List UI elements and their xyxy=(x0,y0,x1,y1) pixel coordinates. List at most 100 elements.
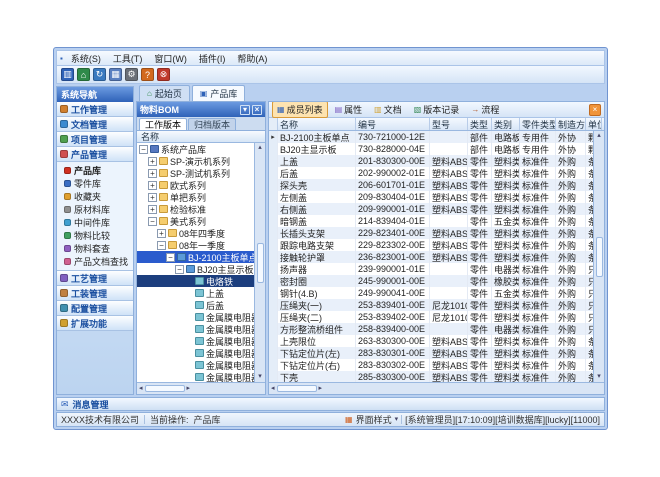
version-tab-archived[interactable]: 归档版本 xyxy=(188,118,236,130)
column-header-3[interactable]: 类型 xyxy=(468,118,492,130)
column-header-2[interactable]: 型号 xyxy=(430,118,468,130)
view-grid-icon[interactable]: ▦ xyxy=(109,68,122,81)
table-row[interactable]: 下钻定位片(右)283-830302-00E塑料ABS零件塑料类标准件外购条 xyxy=(269,359,593,371)
expand-toggle-icon[interactable]: + xyxy=(148,157,157,166)
sidebar-section-product[interactable]: 产品管理 xyxy=(57,147,133,162)
expand-toggle-icon[interactable]: − xyxy=(148,217,157,226)
expand-toggle-icon[interactable]: − xyxy=(139,145,148,154)
table-row[interactable]: 后盖202-990002-01E塑料ABS零件塑料类标准件外购条 xyxy=(269,167,593,179)
sidebar-section-document[interactable]: 文档管理 xyxy=(57,117,133,132)
tab-start-page[interactable]: ⌂起始页 xyxy=(139,85,190,101)
scroll-thumb[interactable] xyxy=(257,243,264,283)
scroll-up-icon[interactable]: ▴ xyxy=(597,132,601,140)
table-row[interactable]: 接触轮护罩236-823001-00E塑料ABS零件塑料类标准件外购条 xyxy=(269,251,593,263)
column-header-1[interactable]: 编号 xyxy=(356,118,430,130)
tree-node[interactable]: +检验标准 xyxy=(137,203,254,215)
bom-close-icon[interactable]: × xyxy=(252,105,262,115)
expand-toggle-icon[interactable]: + xyxy=(148,169,157,178)
tree-node[interactable]: 金属膜电阻器 xyxy=(137,347,254,359)
menu-item-plugins[interactable]: 插件(I) xyxy=(194,51,231,66)
sidebar-item-material-search[interactable]: 物料套查 xyxy=(57,242,133,255)
menu-item-window[interactable]: 窗口(W) xyxy=(149,51,192,66)
column-header-5[interactable]: 零件类型 xyxy=(520,118,556,130)
tree-vertical-scrollbar[interactable]: ▴ ▾ xyxy=(254,143,265,382)
tree-node[interactable]: +单把系列 xyxy=(137,191,254,203)
tree-node[interactable]: 金属膜电阻器 xyxy=(137,335,254,347)
tree-column-header[interactable]: 名称 xyxy=(137,131,265,143)
style-dropdown-icon[interactable]: ▾ xyxy=(395,416,399,424)
column-header-0[interactable]: 名称 xyxy=(278,118,356,130)
tree-node[interactable]: 金属膜电阻器 xyxy=(137,371,254,382)
sidebar-item-favorites[interactable]: 收藏夹 xyxy=(57,190,133,203)
tree-node[interactable]: 金属膜电阻器 xyxy=(137,311,254,323)
scroll-right-icon[interactable]: ▸ xyxy=(319,385,323,393)
table-row[interactable]: 左侧盖209-830404-01E塑料ABS零件塑料类标准件外购条 xyxy=(269,191,593,203)
expand-toggle-icon[interactable]: + xyxy=(148,193,157,202)
expand-toggle-icon[interactable]: + xyxy=(148,181,157,190)
tree-node[interactable]: −系统产品库 xyxy=(137,143,254,155)
expand-toggle-icon[interactable]: − xyxy=(157,241,166,250)
table-row[interactable]: 扬声器239-990001-01E零件电器类标准件外购只 xyxy=(269,263,593,275)
scroll-right-icon[interactable]: ▸ xyxy=(187,385,191,393)
tree-node[interactable]: +SP-测试机系列 xyxy=(137,167,254,179)
pin-icon[interactable]: ▾ xyxy=(240,105,250,115)
tree-node[interactable]: +SP-演示机系列 xyxy=(137,155,254,167)
table-row[interactable]: 压绳夹(二)253-839402-00E尼龙1010零件塑料类标准件外购只 xyxy=(269,311,593,323)
table-row[interactable]: 跟踪电路支架229-823302-00E塑料ABS零件塑料类标准件外购条 xyxy=(269,239,593,251)
tree-node[interactable]: +08年四季度 xyxy=(137,227,254,239)
view-button-workflow[interactable]: →流程 xyxy=(466,101,504,118)
tree-node[interactable]: −BJ-2100主板单点 xyxy=(137,251,254,263)
table-row[interactable]: 压绳夹(一)253-839401-00E尼龙1010零件塑料类标准件外购只 xyxy=(269,299,593,311)
menu-item-help[interactable]: 帮助(A) xyxy=(232,51,272,66)
table-row[interactable]: 密封圈245-990001-00E零件橡胶类标准件外购只 xyxy=(269,275,593,287)
sidebar-item-material-compare[interactable]: 物料比较 xyxy=(57,229,133,242)
menu-item-system[interactable]: 系统(S) xyxy=(66,51,106,66)
tree-node[interactable]: −BJ20主显示板 xyxy=(137,263,254,275)
column-header-4[interactable]: 类别 xyxy=(492,118,520,130)
tree-horizontal-scrollbar[interactable]: ◂ ▸ xyxy=(137,382,265,394)
navigation-pane-icon[interactable]: ▥ xyxy=(61,68,74,81)
tree-node[interactable]: 上盖 xyxy=(137,287,254,299)
table-row[interactable]: 探头壳206-601701-01E塑料ABS零件塑料类标准件外购条 xyxy=(269,179,593,191)
home-icon[interactable]: ⌂ xyxy=(77,68,90,81)
tree-node[interactable]: 金属膜电阻器 xyxy=(137,323,254,335)
view-button-properties[interactable]: ▤属性 xyxy=(330,101,368,118)
sidebar-item-parts-library[interactable]: 零件库 xyxy=(57,177,133,190)
help-icon[interactable]: ? xyxy=(141,68,154,81)
table-row[interactable]: 右侧盖209-990001-01E塑料ABS零件塑料类标准件外购条 xyxy=(269,203,593,215)
table-row[interactable]: BJ20主显示板730-828000-04E部件电路板专用件外协颗 xyxy=(269,143,593,155)
sidebar-item-middleware-library[interactable]: 中间件库 xyxy=(57,216,133,229)
table-horizontal-scrollbar[interactable]: ◂ ▸ xyxy=(269,382,604,394)
tab-product-library[interactable]: ▣产品库 xyxy=(192,85,246,101)
expand-toggle-icon[interactable]: + xyxy=(148,205,157,214)
panel-close-icon[interactable]: × xyxy=(589,104,601,116)
scroll-thumb[interactable] xyxy=(145,385,185,392)
sidebar-item-raw-materials[interactable]: 原材料库 xyxy=(57,203,133,216)
view-button-version-history[interactable]: ▧版本记录 xyxy=(409,101,465,118)
message-bar[interactable]: ✉ 消息管理 xyxy=(56,397,605,411)
version-tab-working[interactable]: 工作版本 xyxy=(139,118,187,130)
scroll-thumb[interactable] xyxy=(596,237,603,277)
table-row[interactable]: 下壳285-830300-00E塑料ABS零件塑料类标准件外购条 xyxy=(269,371,593,382)
table-vertical-scrollbar[interactable]: ▴ ▾ xyxy=(593,131,604,382)
expand-toggle-icon[interactable]: + xyxy=(157,229,166,238)
table-row[interactable]: 钢针(4.B)249-990041-00E零件五金类标准件外购只 xyxy=(269,287,593,299)
view-button-documents[interactable]: ▥文档 xyxy=(369,101,407,118)
sidebar-section-work[interactable]: 工作管理 xyxy=(57,102,133,117)
tree-node[interactable]: +欧式系列 xyxy=(137,179,254,191)
interface-style-selector[interactable]: 界面样式 xyxy=(356,413,392,426)
scroll-thumb[interactable] xyxy=(277,385,317,392)
table-row[interactable]: 下钻定位片(左)283-830301-00E塑料ABS零件塑料类标准件外购条 xyxy=(269,347,593,359)
expand-toggle-icon[interactable]: − xyxy=(166,253,175,262)
scroll-left-icon[interactable]: ◂ xyxy=(139,385,143,393)
table-row[interactable]: 上壳限位263-830300-00E塑料ABS零件塑料类标准件外购条 xyxy=(269,335,593,347)
sidebar-item-product-doc-search[interactable]: 产品文档查找 xyxy=(57,255,133,268)
scroll-down-icon[interactable]: ▾ xyxy=(597,373,601,381)
settings-icon[interactable]: ⚙ xyxy=(125,68,138,81)
tree-node[interactable]: 后盖 xyxy=(137,299,254,311)
exit-icon[interactable]: ⊗ xyxy=(157,68,170,81)
column-header-6[interactable]: 制造方式 xyxy=(556,118,586,130)
refresh-icon[interactable]: ↻ xyxy=(93,68,106,81)
sidebar-section-project[interactable]: 项目管理 xyxy=(57,132,133,147)
table-row[interactable]: ▸BJ-2100主板单点730-721000-12E部件电路板专用件外协颗 xyxy=(269,131,593,143)
